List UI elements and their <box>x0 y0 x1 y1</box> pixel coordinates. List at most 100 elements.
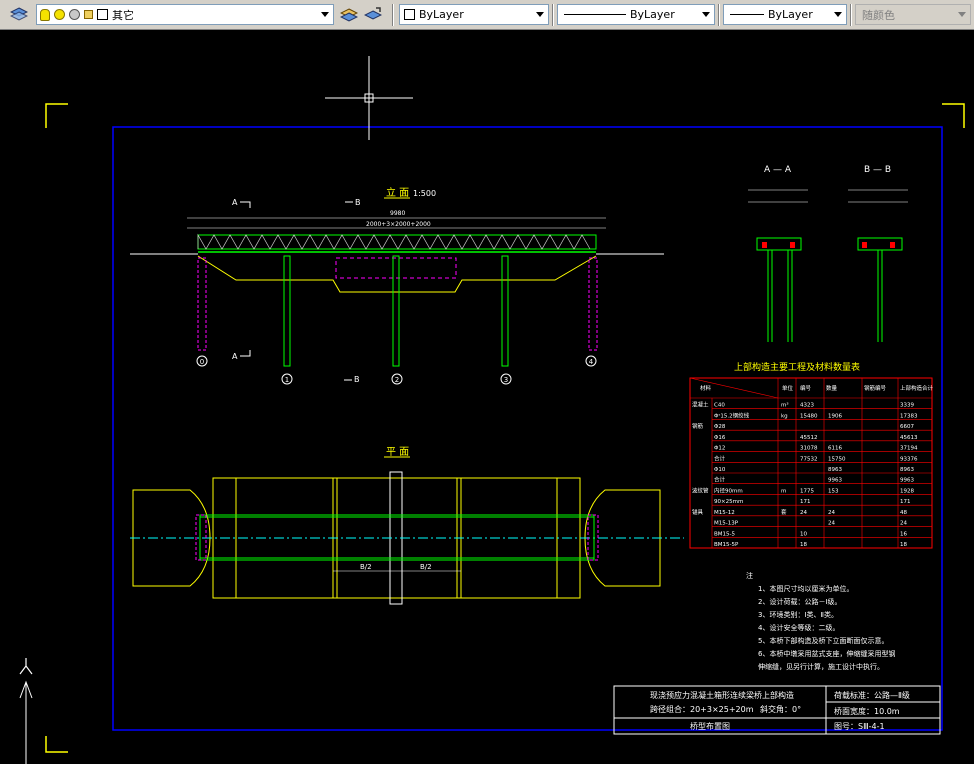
total-length-dim: 9980 <box>390 210 405 217</box>
table-cell: Φˢ15.2钢绞线 <box>714 411 750 419</box>
make-current-layer-button[interactable] <box>338 4 360 26</box>
table-cell: 45613 <box>900 435 918 441</box>
table-cell: 93376 <box>900 456 918 462</box>
viewport-freeze-icon <box>69 9 80 20</box>
table-cell: 套 <box>781 508 787 516</box>
table-header-cell: 数量 <box>826 384 838 392</box>
note-line: 1、本图尺寸均以厘米为单位。 <box>758 584 853 593</box>
table-cell: 171 <box>900 499 911 505</box>
lineweight-dropdown-arrow[interactable] <box>830 5 846 24</box>
notes-title: 注 <box>746 571 753 580</box>
table-cell: 锚具 <box>692 508 704 516</box>
toolbar-separator <box>552 4 554 26</box>
layer-previous-icon <box>364 7 382 20</box>
design-standard: 荷载标准：公路—Ⅱ级 <box>834 690 910 700</box>
skew-angle: 斜交角：0° <box>760 704 801 714</box>
table-cell: 8963 <box>900 467 914 473</box>
toolbar-separator <box>718 4 720 26</box>
lock-open-icon <box>84 10 93 19</box>
table-header-cell: 编号 <box>800 384 812 392</box>
layer-combo[interactable]: 其它 <box>36 4 334 25</box>
sun-icon <box>54 9 65 20</box>
drawing-canvas[interactable]: 立 面 1:500 9980 2000+3×2000+2000 0 1 2 3 … <box>0 30 974 764</box>
table-cell: 18 <box>800 542 807 548</box>
title-block: 现浇预应力混凝土箱形连续梁桥上部构造 跨径组合：20+3×25+20m 斜交角：… <box>613 685 941 735</box>
elevation-title: 立 面 <box>386 186 409 199</box>
toolbar-separator <box>850 4 852 26</box>
table-header-cell: 单位 <box>782 384 794 392</box>
linetype-combo[interactable]: ByLayer <box>557 4 715 25</box>
table-cell: 45512 <box>800 435 818 441</box>
table-cell: 37194 <box>900 446 918 452</box>
lineweight-preview <box>730 14 764 15</box>
color-dropdown-arrow[interactable] <box>532 5 548 24</box>
section-mark-a-bottom: A <box>232 352 238 361</box>
layer-current-icon <box>340 8 358 22</box>
note-line: 5、本桥下部构造及桥下立面断面仅示意。 <box>758 636 888 645</box>
section-mark-b-bottom: B <box>354 375 360 384</box>
plotstyle-value: 随颜色 <box>862 8 895 22</box>
plan-title: 平 面 <box>386 447 409 458</box>
layers-icon <box>10 7 28 21</box>
table-cell: 钢筋 <box>692 422 704 430</box>
table-cell: kg <box>781 413 788 419</box>
color-swatch <box>404 9 415 20</box>
pier-number-2: 2 <box>395 376 399 384</box>
properties-toolbar: 其它 ByLayer ByLayer ByLayer 随颜色 <box>0 0 974 30</box>
notes-block: 注 1、本图尺寸均以厘米为单位。 2、设计荷载：公路－Ⅰ级。 3、环境类别：Ⅰ类… <box>746 571 895 671</box>
layer-color-swatch <box>97 9 108 20</box>
table-header-cell: 上部构造合计 <box>900 384 934 392</box>
table-cell: 24 <box>900 521 907 527</box>
table-cell: M15-13P <box>714 521 739 527</box>
drawing-name: 桥型布置图 <box>690 721 730 731</box>
note-line: 伸缩缝，见另行计算，施工设计中执行。 <box>758 662 884 671</box>
half-width-left: B/2 <box>360 563 372 571</box>
table-cell: Φ28 <box>714 424 726 430</box>
pier-number-4: 4 <box>589 358 594 366</box>
lightbulb-icon <box>40 8 50 21</box>
material-table: 上部构造主要工程及材料数量表 材料 单位 编号 数量 钢筋编号 上部构造合计混凝土 C40 m… <box>689 361 934 549</box>
table-cell: 6116 <box>828 446 842 452</box>
table-cell: 混凝土 <box>692 401 709 409</box>
table-cell: 15750 <box>828 456 846 462</box>
elevation-scale: 1:500 <box>413 189 436 198</box>
table-cell: 24 <box>828 510 835 516</box>
section-bb-title: B — B <box>864 165 891 175</box>
lineweight-combo[interactable]: ByLayer <box>723 4 847 25</box>
table-cell: 24 <box>828 521 835 527</box>
pier-number-1: 1 <box>285 376 289 384</box>
model-space[interactable]: 立 面 1:500 9980 2000+3×2000+2000 0 1 2 3 … <box>0 30 974 764</box>
toolbar-separator <box>392 4 394 26</box>
half-width-right: B/2 <box>420 563 432 571</box>
table-cell: 153 <box>828 488 839 494</box>
project-name: 现浇预应力混凝土箱形连续梁桥上部构造 <box>650 690 794 700</box>
table-title: 上部构造主要工程及材料数量表 <box>734 361 860 373</box>
table-cell: 16 <box>900 531 907 537</box>
table-cell: 1928 <box>900 488 914 494</box>
layer-dropdown-arrow[interactable] <box>317 5 333 24</box>
table-cell: 4323 <box>800 403 814 409</box>
table-cell: 24 <box>800 510 807 516</box>
table-cell: C40 <box>714 403 725 409</box>
table-header-cell: 材料 <box>700 384 712 392</box>
table-cell: Φ16 <box>714 435 726 441</box>
table-cell: 15480 <box>800 413 818 419</box>
table-cell: 波纹管 <box>692 486 709 494</box>
table-cell: 1906 <box>828 413 842 419</box>
layer-manager-button[interactable] <box>8 4 30 26</box>
note-line: 2、设计荷载：公路－Ⅰ级。 <box>758 597 842 606</box>
linetype-preview <box>564 14 626 15</box>
linetype-dropdown-arrow[interactable] <box>698 5 714 24</box>
table-cell: BM15-5 <box>714 531 736 537</box>
table-cell: 48 <box>900 510 907 516</box>
table-cell: 内径90mm <box>714 486 743 494</box>
table-cell: 9963 <box>900 478 914 484</box>
color-combo[interactable]: ByLayer <box>399 4 549 25</box>
layer-previous-button[interactable] <box>362 4 384 26</box>
drawing-number: 图号：SⅢ-4-1 <box>834 722 885 731</box>
plotstyle-dropdown-arrow <box>954 5 970 24</box>
note-line: 4、设计安全等级：二级。 <box>758 623 839 632</box>
table-cell: 1775 <box>800 488 814 494</box>
pier-number-0: 0 <box>200 358 204 366</box>
table-cell: 17383 <box>900 413 918 419</box>
